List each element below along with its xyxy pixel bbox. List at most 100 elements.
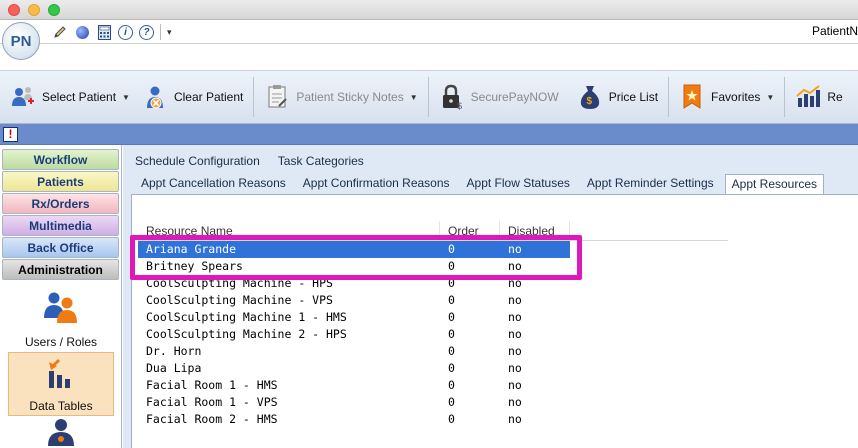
cell-resource-name: Facial Room 1 - VPS	[146, 395, 278, 409]
cell-disabled: no	[508, 242, 522, 256]
minimize-window-button[interactable]	[28, 4, 40, 16]
column-header-order[interactable]: Order	[440, 221, 500, 240]
help-icon[interactable]: ?	[139, 24, 154, 40]
nav-rx-orders[interactable]: Rx/Orders	[2, 193, 119, 214]
svg-text:$: $	[586, 96, 592, 107]
doctor-icon	[45, 418, 77, 448]
bar-chart-icon	[795, 83, 821, 111]
cell-disabled: no	[508, 395, 522, 409]
tab-appt-cancellation-reasons[interactable]: Appt Cancellation Reasons	[135, 174, 292, 194]
table-row[interactable]: Ariana Grande 0 no	[138, 241, 570, 258]
quick-access-icons: i ? ▾	[52, 23, 172, 41]
securepaynow-label: SecurePayNOW	[470, 90, 559, 104]
main-content: Schedule Configuration Task Categories A…	[123, 145, 858, 448]
nav-administration[interactable]: Administration	[2, 259, 119, 280]
favorites-bookmark-icon	[679, 83, 705, 111]
users-roles-icon	[43, 290, 79, 327]
nav-workflow[interactable]: Workflow	[2, 149, 119, 170]
main-toolbar: Select Patient ▼ Clear Patient Patient S…	[0, 70, 858, 124]
reports-button[interactable]: Re	[789, 70, 848, 124]
users-roles-tile[interactable]: Users / Roles	[8, 287, 114, 349]
nav-back-office[interactable]: Back Office	[2, 237, 119, 258]
users-roles-label: Users / Roles	[24, 335, 98, 349]
cell-order: 0	[448, 412, 455, 426]
tab-appt-resources[interactable]: Appt Resources	[724, 174, 825, 194]
toolbar-separator	[253, 77, 255, 117]
pencil-icon[interactable]	[52, 24, 68, 40]
tab-task-categories[interactable]: Task Categories	[278, 153, 364, 169]
cell-disabled: no	[508, 344, 522, 358]
data-tables-label: Data Tables	[29, 399, 93, 413]
customize-quickbar-arrow[interactable]: ▾	[167, 27, 172, 38]
cell-order: 0	[448, 378, 455, 392]
table-row[interactable]: Dr. Horn 0 no	[138, 343, 728, 360]
appt-resources-panel: Resource Name Order Disabled Ariana Gran…	[131, 195, 858, 448]
table-row[interactable]: CoolSculpting Machine 2 - HPS 0 no	[138, 326, 728, 343]
resources-grid: Resource Name Order Disabled Ariana Gran…	[138, 221, 728, 428]
alert-icon[interactable]: !	[3, 127, 18, 142]
cell-resource-name: Dr. Horn	[146, 344, 202, 358]
cell-disabled: no	[508, 327, 522, 341]
padlock-icon: $	[439, 83, 465, 111]
nav-patients[interactable]: Patients	[2, 171, 119, 192]
price-list-button[interactable]: $ Price List	[565, 70, 664, 124]
cell-order: 0	[448, 310, 455, 324]
data-tables-tile[interactable]: Data Tables	[8, 352, 114, 416]
calculator-icon[interactable]	[96, 24, 112, 40]
maximize-window-button[interactable]	[48, 4, 60, 16]
tabs-row-2: Appt Cancellation Reasons Appt Confirmat…	[135, 174, 829, 194]
cell-order: 0	[448, 344, 455, 358]
favorites-button[interactable]: Favorites ▼	[673, 70, 780, 124]
globe-icon[interactable]	[74, 24, 90, 40]
cell-order: 0	[448, 259, 455, 273]
select-patient-dropdown-arrow[interactable]: ▼	[122, 93, 130, 102]
clear-patient-icon	[142, 83, 168, 111]
cell-disabled: no	[508, 276, 522, 290]
select-patient-button[interactable]: Select Patient ▼	[0, 70, 136, 124]
data-tables-icon	[45, 358, 77, 393]
tab-appt-confirmation-reasons[interactable]: Appt Confirmation Reasons	[297, 174, 456, 194]
grid-body: Ariana Grande 0 no Britney Spears 0 no CoolScu…	[138, 241, 728, 428]
doctor-tile[interactable]	[8, 419, 114, 448]
tab-schedule-configuration[interactable]: Schedule Configuration	[135, 153, 260, 169]
tab-appt-flow-statuses[interactable]: Appt Flow Statuses	[461, 174, 576, 194]
tabs-row-1: Schedule Configuration Task Categories	[135, 153, 364, 169]
grid-header: Resource Name Order Disabled	[138, 221, 728, 241]
select-patient-label: Select Patient	[42, 90, 117, 104]
table-row[interactable]: Facial Room 2 - HMS 0 no	[138, 411, 728, 428]
table-row[interactable]: CoolSculpting Machine - HPS 0 no	[138, 275, 728, 292]
cell-resource-name: CoolSculpting Machine - VPS	[146, 293, 333, 307]
tab-appt-reminder-settings[interactable]: Appt Reminder Settings	[581, 174, 720, 194]
table-row[interactable]: CoolSculpting Machine - VPS 0 no	[138, 292, 728, 309]
cell-disabled: no	[508, 361, 522, 375]
table-row[interactable]: CoolSculpting Machine 1 - HMS 0 no	[138, 309, 728, 326]
cell-resource-name: CoolSculpting Machine 2 - HPS	[146, 327, 347, 341]
table-row[interactable]: Facial Room 1 - VPS 0 no	[138, 394, 728, 411]
nav-multimedia[interactable]: Multimedia	[2, 215, 119, 236]
cell-resource-name: Facial Room 1 - HMS	[146, 378, 278, 392]
cell-order: 0	[448, 276, 455, 290]
toolbar-separator	[427, 77, 429, 117]
column-header-disabled[interactable]: Disabled	[500, 221, 570, 240]
clear-patient-button[interactable]: Clear Patient	[136, 70, 249, 124]
patient-sticky-notes-button[interactable]: Patient Sticky Notes ▼	[258, 70, 423, 124]
table-row[interactable]: Dua Lipa 0 no	[138, 360, 728, 377]
cell-order: 0	[448, 361, 455, 375]
cell-resource-name: CoolSculpting Machine 1 - HMS	[146, 310, 347, 324]
favorites-label: Favorites	[711, 90, 761, 104]
column-header-resource-name[interactable]: Resource Name	[138, 221, 440, 240]
table-row[interactable]: Facial Room 1 - HMS 0 no	[138, 377, 728, 394]
favorites-dropdown-arrow[interactable]: ▼	[766, 93, 774, 102]
reports-label: Re	[827, 90, 843, 104]
sticky-notes-dropdown-arrow[interactable]: ▼	[410, 93, 418, 102]
clear-patient-label: Clear Patient	[173, 90, 244, 104]
app-logo[interactable]: PN	[2, 22, 40, 60]
cell-order: 0	[448, 242, 455, 256]
select-patient-icon	[10, 83, 36, 111]
table-row[interactable]: Britney Spears 0 no	[138, 258, 728, 275]
price-list-label: Price List	[608, 90, 659, 104]
info-icon[interactable]: i	[118, 24, 133, 40]
securepaynow-button[interactable]: $ SecurePayNOW	[433, 70, 565, 124]
title-bar	[0, 0, 858, 20]
close-window-button[interactable]	[8, 4, 20, 16]
